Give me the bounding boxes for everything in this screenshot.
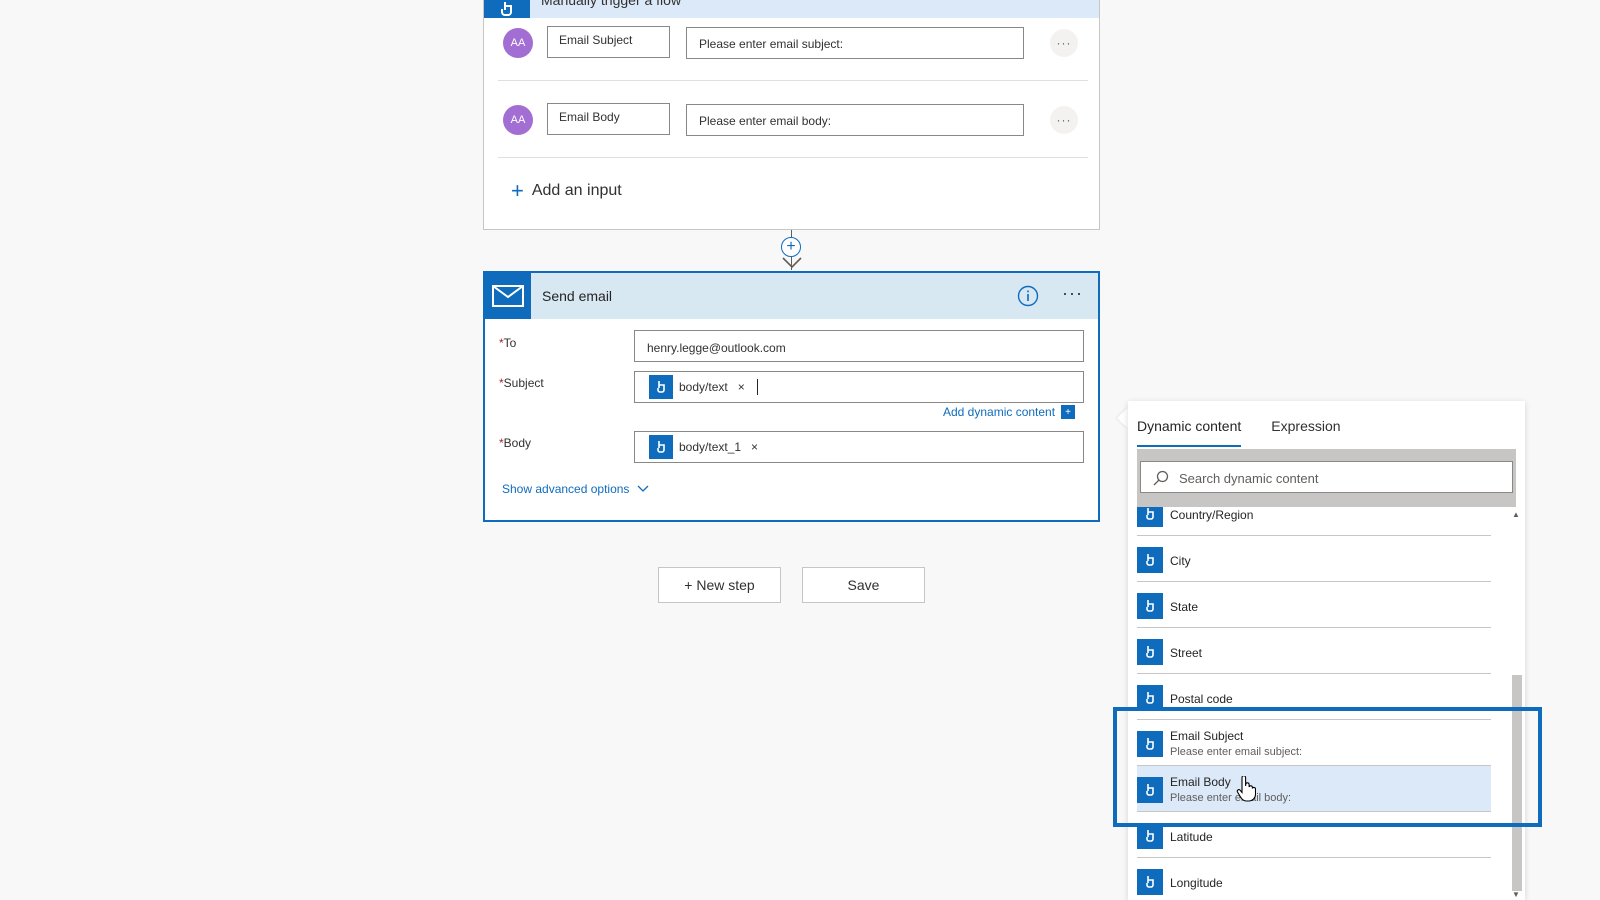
dynamic-token: body/text × — [649, 375, 745, 399]
add-dynamic-content-label: Add dynamic content — [943, 405, 1056, 419]
list-item[interactable]: Country/Region — [1137, 507, 1491, 536]
divider — [498, 80, 1088, 81]
manual-trigger-icon — [649, 435, 673, 459]
envelope-icon — [485, 273, 531, 319]
list-item[interactable]: State — [1137, 582, 1491, 628]
text-input-avatar-icon: AA — [503, 28, 533, 58]
to-field[interactable]: henry.legge@outlook.com — [634, 330, 1084, 362]
subject-label: *Subject — [499, 376, 544, 390]
show-advanced-options-label: Show advanced options — [502, 482, 630, 496]
search-input[interactable] — [1179, 468, 1499, 488]
trigger-title: Manually trigger a flow — [541, 0, 682, 8]
manual-trigger-icon — [649, 375, 673, 399]
search-area — [1137, 449, 1516, 507]
input-description-field[interactable]: Please enter email subject: — [686, 27, 1024, 59]
trigger-input-row: AA Email Body Please enter email body: ·… — [484, 99, 1099, 159]
add-input-label: Add an input — [531, 182, 622, 199]
send-email-title: Send email — [542, 288, 613, 304]
manual-trigger-icon — [1137, 639, 1163, 665]
manual-trigger-icon — [1137, 869, 1163, 895]
show-advanced-options-link[interactable]: Show advanced options — [502, 482, 649, 496]
list-item[interactable]: Street — [1137, 628, 1491, 674]
scroll-down-icon[interactable]: ▼ — [1512, 890, 1520, 899]
body-label: *Body — [499, 436, 532, 450]
divider — [498, 157, 1088, 158]
list-item-label: Postal code — [1170, 692, 1233, 706]
input-name-field[interactable]: Email Subject — [547, 26, 670, 58]
dynamic-content-list: Country/Region City State Street Postal … — [1137, 507, 1497, 900]
insert-step-plus-icon[interactable]: + — [781, 237, 801, 257]
save-button[interactable]: Save — [802, 567, 925, 603]
remove-token-icon[interactable]: × — [738, 380, 745, 394]
body-field[interactable]: body/text_1 × — [634, 431, 1084, 463]
add-dynamic-plus-icon: + — [1061, 405, 1076, 419]
list-item-label: State — [1170, 600, 1199, 614]
card-more-button[interactable]: ··· — [1062, 283, 1083, 304]
list-item[interactable]: Longitude — [1137, 858, 1491, 900]
input-more-button[interactable]: ··· — [1050, 106, 1078, 134]
dynamic-token: body/text_1 × — [649, 435, 758, 459]
list-item-label: Longitude — [1170, 876, 1223, 890]
text-caret — [757, 379, 758, 395]
info-icon[interactable] — [1017, 285, 1039, 307]
input-description-field[interactable]: Please enter email body: — [686, 104, 1024, 136]
trigger-input-row: AA Email Subject Please enter email subj… — [484, 22, 1099, 82]
manual-trigger-icon — [1137, 547, 1163, 573]
text-input-avatar-icon: AA — [503, 105, 533, 135]
hand-cursor-icon — [1236, 776, 1256, 802]
subject-field[interactable]: body/text × — [634, 371, 1084, 403]
new-step-button[interactable]: + New step — [658, 567, 781, 603]
search-icon — [1153, 470, 1169, 486]
list-item-label: Country/Region — [1170, 508, 1254, 522]
hand-pointer-icon — [484, 0, 530, 18]
search-box[interactable] — [1140, 461, 1513, 493]
trigger-header[interactable]: Manually trigger a flow — [484, 0, 1099, 18]
tab-expression[interactable]: Expression — [1271, 401, 1340, 447]
list-item[interactable]: City — [1137, 536, 1491, 582]
token-label: body/text — [679, 380, 728, 394]
manual-trigger-icon — [1137, 593, 1163, 619]
send-email-header[interactable]: Send email ··· — [485, 273, 1098, 319]
trigger-card: Manually trigger a flow AA Email Subject… — [483, 0, 1100, 230]
manual-trigger-icon — [1137, 507, 1163, 527]
panel-tabs: Dynamic content Expression — [1137, 401, 1341, 447]
list-item-label: City — [1170, 554, 1191, 568]
plus-icon: + — [511, 178, 524, 203]
add-dynamic-content-link[interactable]: Add dynamic content + — [943, 405, 1076, 419]
add-input-button[interactable]: + Add an input — [511, 180, 622, 202]
to-value: henry.legge@outlook.com — [647, 341, 786, 355]
token-label: body/text_1 — [679, 440, 742, 454]
to-label: *To — [499, 336, 517, 350]
highlight-annotation — [1113, 707, 1542, 827]
send-email-card: Send email ··· *To henry.legge@outlook.c… — [483, 271, 1100, 522]
list-item-label: Latitude — [1170, 830, 1213, 844]
chevron-down-icon — [637, 485, 649, 492]
remove-token-icon[interactable]: × — [751, 440, 758, 454]
tab-dynamic-content[interactable]: Dynamic content — [1137, 401, 1242, 447]
input-name-field[interactable]: Email Body — [547, 103, 670, 135]
list-item-label: Street — [1170, 646, 1203, 660]
arrow-down-icon — [782, 257, 802, 269]
scroll-up-icon[interactable]: ▲ — [1512, 510, 1520, 519]
input-more-button[interactable]: ··· — [1050, 29, 1078, 57]
